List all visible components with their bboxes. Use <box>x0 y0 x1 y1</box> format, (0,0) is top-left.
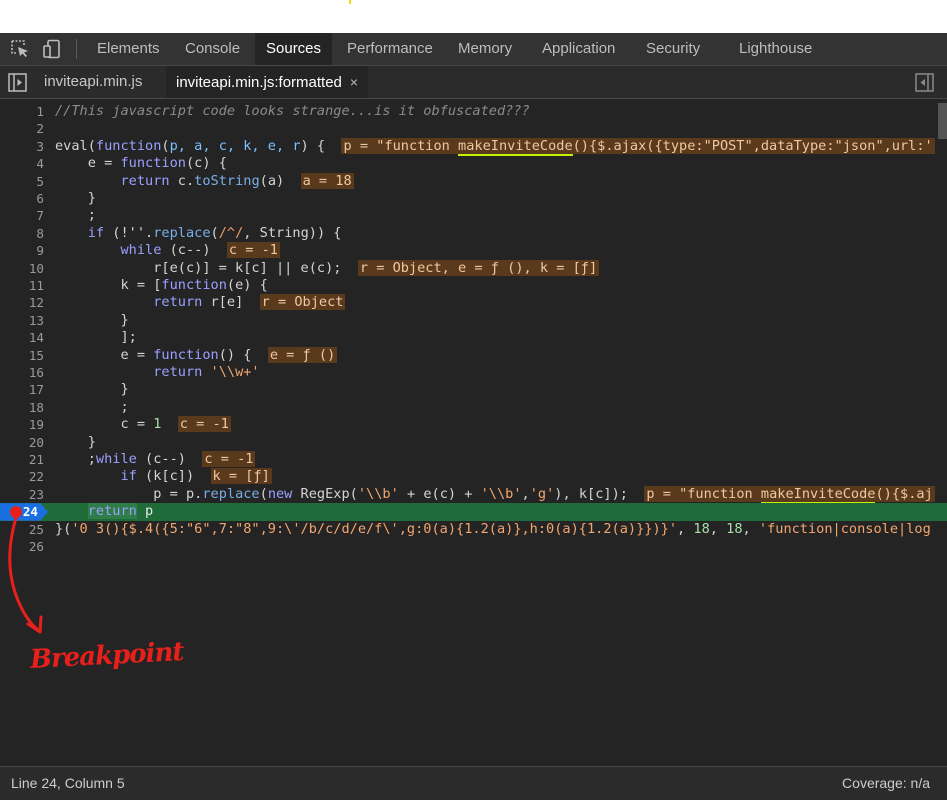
tab-memory[interactable]: Memory <box>448 33 522 65</box>
code-line: 1//This javascript code looks strange...… <box>0 103 947 120</box>
line-number[interactable]: 1 <box>0 103 44 120</box>
line-number[interactable]: 6 <box>0 190 44 207</box>
toggle-navigator-icon[interactable] <box>8 73 27 92</box>
cursor-mark <box>349 0 351 4</box>
toggle-debugger-icon[interactable] <box>915 73 934 92</box>
line-number[interactable]: 11 <box>0 277 44 294</box>
line-number[interactable]: 15 <box>0 347 44 364</box>
line-number[interactable]: 2 <box>0 120 44 137</box>
code-line: 22 if (k[c]) k = [ƒ] <box>0 468 947 485</box>
highlighted-function-name: makeInviteCode <box>458 137 573 156</box>
sources-file-tabs: inviteapi.min.js inviteapi.min.js:format… <box>0 66 947 99</box>
tab-console[interactable]: Console <box>175 33 250 65</box>
line-number[interactable]: 21 <box>0 451 44 468</box>
coverage-status[interactable]: Coverage: n/a <box>842 775 930 791</box>
inline-value-badge: c = -1 <box>177 416 231 433</box>
code-line: 4 e = function(c) { <box>0 155 947 172</box>
tab-elements[interactable]: Elements <box>86 33 171 65</box>
devtools-panel: Elements Console Sources Performance Mem… <box>0 33 947 800</box>
inline-value-badge: c = -1 <box>226 242 280 259</box>
inline-value-badge: c = -1 <box>202 451 256 467</box>
code-line: 6 } <box>0 190 947 207</box>
inline-value-badge: e = ƒ () <box>267 346 338 363</box>
code-line: 12 return r[e] r = Object <box>0 294 947 311</box>
code-line: 3 eval(function(p, a, c, k, e, r) { p = "… <box>0 137 947 156</box>
vertical-scrollbar[interactable] <box>938 103 947 139</box>
code-line: 5 return c.toString(a) a = 18 <box>0 172 947 190</box>
status-bar: Line 24, Column 5 Coverage: n/a <box>0 766 947 800</box>
tab-performance[interactable]: Performance <box>337 33 443 65</box>
page-top-area <box>0 0 947 33</box>
line-number[interactable]: 10 <box>0 260 44 277</box>
devtools-main-toolbar: Elements Console Sources Performance Mem… <box>0 33 947 66</box>
code-line: 18 ; <box>0 399 947 416</box>
code-line: 25}('0 3(){$.4({5:"6",7:"8",9:\'/b/c/d/e… <box>0 521 947 538</box>
file-tab-label: inviteapi.min.js:formatted <box>176 74 342 91</box>
inline-value-badge: p = "function makeInviteCode(){$.aj <box>644 485 935 504</box>
line-number[interactable]: 12 <box>0 294 44 311</box>
code-line: 19 c = 1 c = -1 <box>0 416 947 433</box>
line-number[interactable]: 8 <box>0 225 44 242</box>
file-tab-inviteapi-formatted[interactable]: inviteapi.min.js:formatted × <box>166 66 369 98</box>
line-number[interactable]: 9 <box>0 242 44 259</box>
line-number[interactable]: 18 <box>0 399 44 416</box>
line-number[interactable]: 13 <box>0 312 44 329</box>
code-line: 15 e = function() { e = ƒ () <box>0 346 947 364</box>
code-line: 17 } <box>0 381 947 398</box>
line-number[interactable]: 14 <box>0 329 44 346</box>
code-line: 9 while (c--) c = -1 <box>0 242 947 259</box>
line-number[interactable]: 22 <box>0 468 44 485</box>
line-number[interactable]: 7 <box>0 207 44 224</box>
inline-value-badge: k = [ƒ] <box>210 468 272 485</box>
code-line: 2 <box>0 120 947 137</box>
inline-value-badge: a = 18 <box>300 172 354 189</box>
inline-value-badge: p = "function makeInviteCode(){$.ajax({t… <box>341 137 935 156</box>
code-line: 14 ]; <box>0 329 947 346</box>
inspect-element-icon[interactable] <box>10 39 30 59</box>
execution-line: 24 return p <box>0 503 947 521</box>
code-line: 13 } <box>0 312 947 329</box>
inline-value-badge: r = Object <box>259 294 346 311</box>
tab-sources[interactable]: Sources <box>255 33 333 65</box>
code-line: 20 } <box>0 434 947 451</box>
inline-value-badge: r = Object, e = ƒ (), k = [ƒ] <box>357 259 600 276</box>
line-number[interactable]: 23 <box>0 486 44 503</box>
toolbar-divider <box>76 39 77 59</box>
cursor-position: Line 24, Column 5 <box>11 775 125 791</box>
code-line: 7 ; <box>0 207 947 224</box>
line-number[interactable]: 16 <box>0 364 44 381</box>
code-line: 21 ;while (c--) c = -1 <box>0 451 947 468</box>
highlighted-function-name: makeInviteCode <box>760 485 876 504</box>
line-number[interactable]: 26 <box>0 538 44 555</box>
line-number[interactable]: 3 <box>0 138 44 155</box>
code-line: 10 r[e(c)] = k[c] || e(c); r = Object, e… <box>0 259 947 277</box>
line-number[interactable]: 25 <box>0 521 44 538</box>
line-number[interactable]: 4 <box>0 155 44 172</box>
line-number[interactable]: 17 <box>0 381 44 398</box>
tab-security[interactable]: Security <box>636 33 710 65</box>
line-number[interactable]: 5 <box>0 173 44 190</box>
file-tab-inviteapi[interactable]: inviteapi.min.js <box>34 66 152 98</box>
code-line: 23 p = p.replace(new RegExp('\\b' + e(c)… <box>0 485 947 504</box>
tab-lighthouse[interactable]: Lighthouse <box>729 33 822 65</box>
code-line: 26 <box>0 538 947 555</box>
code-line: 11 k = [function(e) { <box>0 277 947 294</box>
code-line: 8 if (!''.replace(/^/, String)) { <box>0 225 947 242</box>
code-line: 16 return '\\w+' <box>0 364 947 381</box>
breakpoint-marker[interactable]: 24 <box>0 503 48 521</box>
line-number[interactable]: 20 <box>0 434 44 451</box>
close-tab-icon[interactable]: × <box>350 66 358 98</box>
tab-application[interactable]: Application <box>532 33 625 65</box>
device-toolbar-icon[interactable] <box>42 39 62 59</box>
line-number[interactable]: 19 <box>0 416 44 433</box>
